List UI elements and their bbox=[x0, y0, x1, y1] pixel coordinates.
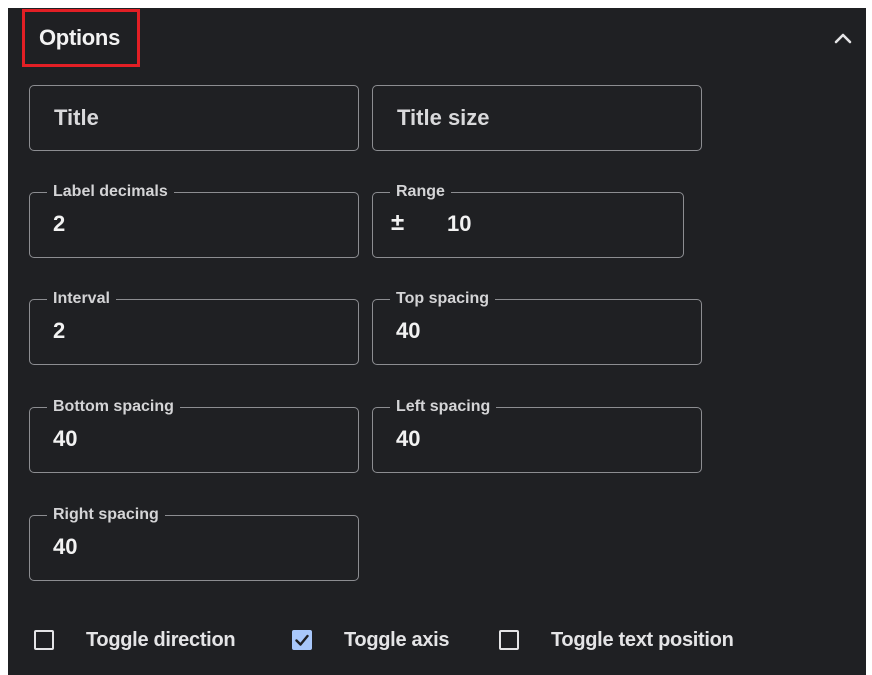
left-spacing-field[interactable]: Left spacing 40 bbox=[372, 397, 702, 473]
range-value: 10 bbox=[447, 211, 472, 236]
label-decimals-label: Label decimals bbox=[47, 182, 174, 202]
options-header[interactable]: Options bbox=[8, 8, 866, 68]
range-field[interactable]: Range ± 10 bbox=[372, 182, 684, 258]
top-spacing-label: Top spacing bbox=[390, 289, 496, 309]
label-decimals-field[interactable]: Label decimals 2 bbox=[29, 182, 359, 258]
checkbox-unchecked-icon bbox=[499, 630, 519, 650]
right-spacing-field[interactable]: Right spacing 40 bbox=[29, 505, 359, 581]
right-spacing-label: Right spacing bbox=[47, 505, 165, 525]
collapse-button[interactable] bbox=[827, 22, 859, 54]
checkbox-unchecked-icon bbox=[34, 630, 54, 650]
top-spacing-value: 40 bbox=[396, 318, 421, 343]
bottom-spacing-label: Bottom spacing bbox=[47, 397, 180, 417]
options-title: Options bbox=[22, 9, 140, 67]
options-title-label: Options bbox=[39, 25, 121, 50]
toggle-direction-label: Toggle direction bbox=[86, 628, 236, 651]
toggle-direction-checkbox[interactable]: Toggle direction bbox=[34, 620, 236, 660]
chevron-up-icon bbox=[834, 33, 852, 44]
toggle-axis-label: Toggle axis bbox=[344, 628, 450, 651]
interval-value: 2 bbox=[53, 318, 66, 343]
left-spacing-value: 40 bbox=[396, 426, 421, 451]
label-decimals-value: 2 bbox=[53, 211, 66, 236]
title-field-placeholder: Title bbox=[54, 104, 99, 130]
toggle-text-position-checkbox[interactable]: Toggle text position bbox=[499, 620, 734, 660]
toggle-text-position-label: Toggle text position bbox=[551, 628, 734, 651]
options-panel: Options Title Title size Label decimals … bbox=[8, 8, 866, 675]
toggle-options: Toggle direction Toggle axis Toggle text… bbox=[8, 620, 866, 660]
right-spacing-value: 40 bbox=[53, 534, 78, 559]
left-spacing-label: Left spacing bbox=[390, 397, 497, 417]
interval-label: Interval bbox=[47, 289, 116, 309]
bottom-spacing-field[interactable]: Bottom spacing 40 bbox=[29, 397, 359, 473]
range-label: Range bbox=[390, 182, 451, 202]
top-spacing-field[interactable]: Top spacing 40 bbox=[372, 289, 702, 365]
title-size-field-placeholder: Title size bbox=[397, 104, 490, 130]
interval-field[interactable]: Interval 2 bbox=[29, 289, 359, 365]
title-field[interactable]: Title bbox=[29, 85, 359, 151]
toggle-axis-checkbox[interactable]: Toggle axis bbox=[292, 620, 450, 660]
title-size-field[interactable]: Title size bbox=[372, 85, 702, 151]
plus-minus-icon: ± bbox=[391, 209, 405, 236]
checkbox-checked-icon bbox=[292, 630, 312, 650]
bottom-spacing-value: 40 bbox=[53, 426, 78, 451]
